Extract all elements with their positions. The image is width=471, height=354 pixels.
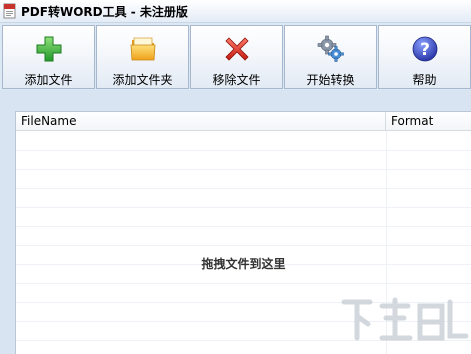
add-folder-button[interactable]: 添加文件夹	[96, 25, 189, 89]
pdf-app-icon	[3, 3, 17, 19]
add-folder-label: 添加文件夹	[112, 73, 173, 87]
column-header-filename[interactable]: FileName	[16, 112, 386, 130]
file-list-body[interactable]	[16, 131, 471, 354]
start-convert-label: 开始转换	[306, 73, 355, 87]
help-question-icon: ?	[410, 34, 440, 63]
gears-icon	[316, 34, 346, 63]
column-divider	[386, 131, 387, 354]
remove-file-label: 移除文件	[212, 73, 261, 87]
toolbar: 添加文件 添加文件夹 移除文件 开始转换 ? 帮助	[0, 23, 471, 90]
add-file-button[interactable]: 添加文件	[2, 25, 95, 89]
add-file-label: 添加文件	[24, 73, 73, 87]
column-header-format[interactable]: Format	[386, 112, 471, 130]
remove-file-button[interactable]: 移除文件	[190, 25, 283, 89]
green-plus-icon	[34, 34, 64, 63]
help-button[interactable]: ? 帮助	[378, 25, 471, 89]
file-list[interactable]: FileName Format 拖拽文件到这里	[15, 111, 471, 354]
svg-text:?: ?	[420, 40, 430, 60]
help-label: 帮助	[412, 73, 437, 87]
start-convert-button[interactable]: 开始转换	[284, 25, 377, 89]
title-bar[interactable]: PDF转WORD工具 - 未注册版	[0, 0, 471, 23]
window-title: PDF转WORD工具 - 未注册版	[21, 4, 188, 19]
folder-icon	[128, 34, 158, 63]
red-x-icon	[222, 34, 252, 63]
file-list-header: FileName Format	[16, 112, 471, 131]
drop-hint-text: 拖拽文件到这里	[201, 257, 286, 271]
